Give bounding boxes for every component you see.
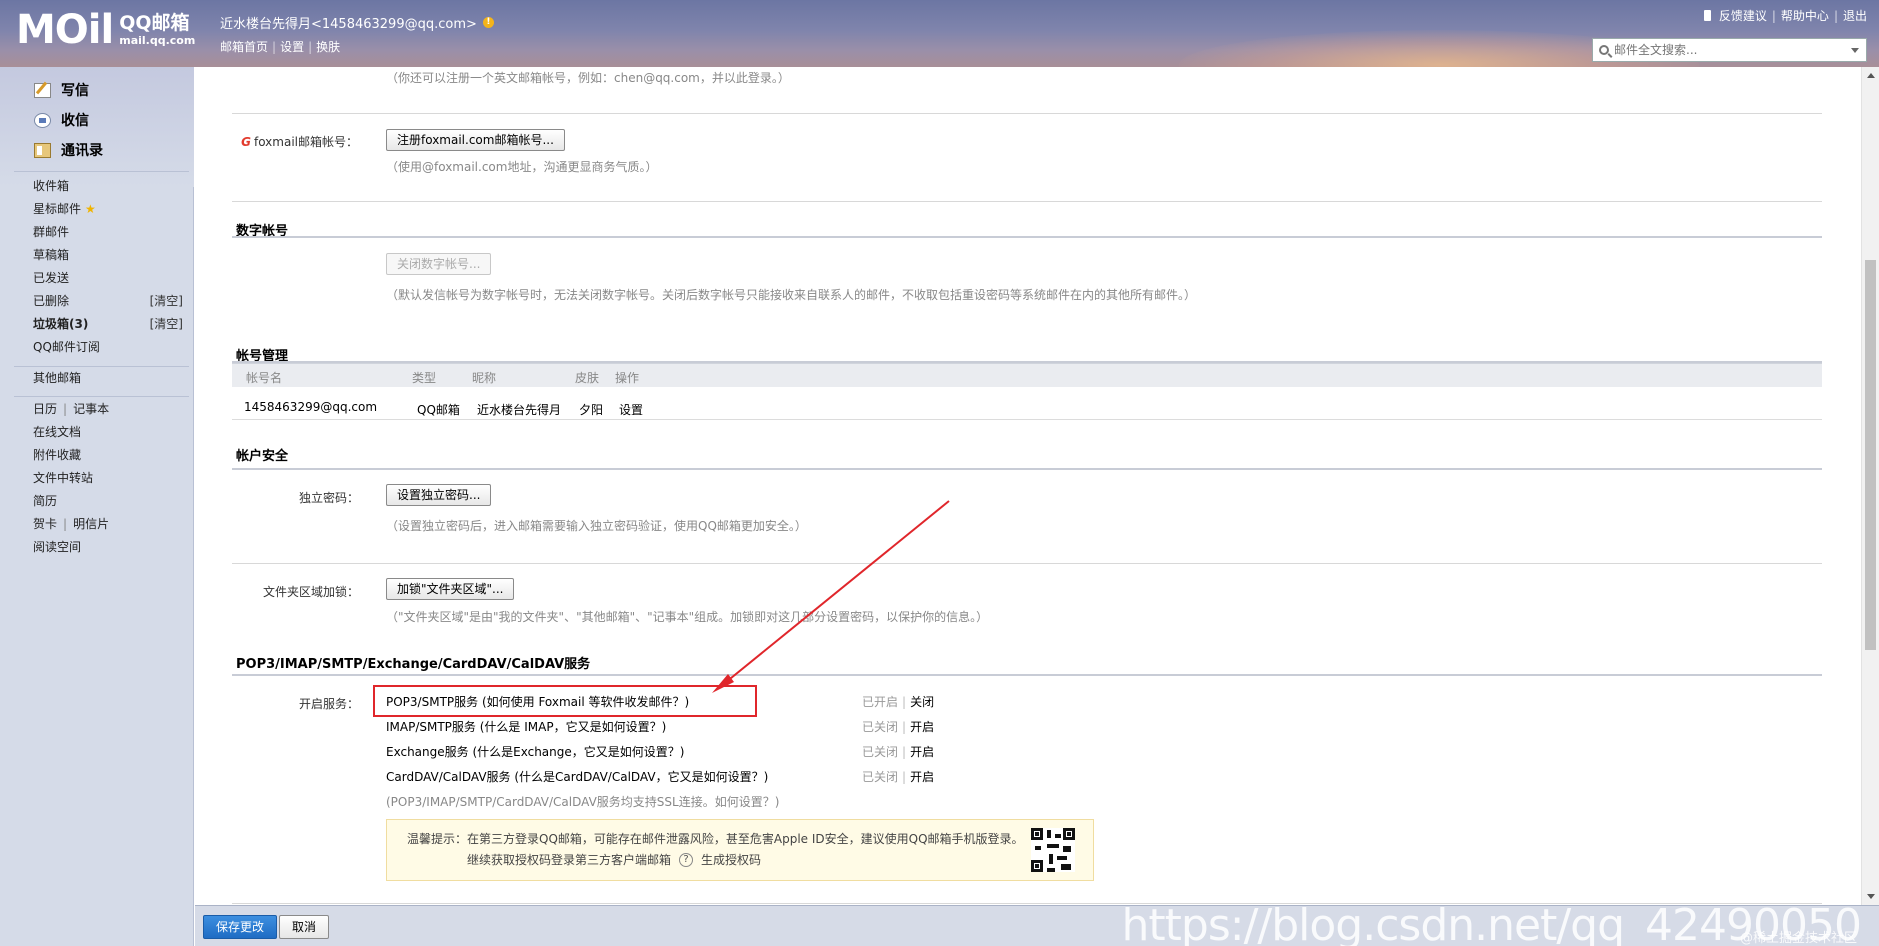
phone-icon[interactable] xyxy=(1703,10,1711,21)
scroll-down-icon[interactable] xyxy=(1867,894,1875,899)
search-icon xyxy=(1599,45,1609,55)
receive-button[interactable]: 收信 xyxy=(34,105,103,135)
help-icon[interactable]: ? xyxy=(679,852,694,867)
nav-settings-link[interactable]: 设置 xyxy=(280,40,304,54)
warning-icon[interactable]: ! xyxy=(482,17,494,28)
star-icon: ★ xyxy=(85,202,96,216)
username: 近水楼台先得月<1458463299@qq.com> xyxy=(220,17,477,32)
file-transfer-link[interactable]: 文件中转站 xyxy=(33,467,183,490)
warning-tip-box: 温馨提示：在第三方登录QQ邮箱，可能存在邮件泄露风险，甚至危害Apple ID安… xyxy=(386,819,1094,881)
notepad-link[interactable]: 记事本 xyxy=(73,402,109,416)
service-exchange-toggle[interactable]: 开启 xyxy=(910,745,934,759)
folder-lock-label: 文件夹区域加锁： xyxy=(262,585,359,599)
logo-brand-cn: QQ邮箱 xyxy=(119,12,190,34)
top-header: MOil QQ邮箱 mail.qq.com 近水楼台先得月<1458463299… xyxy=(0,0,1879,67)
account-table-header: 帐号名 类型 昵称 皮肤 操作 xyxy=(232,363,1822,387)
highlight-box xyxy=(373,685,757,717)
logout-link[interactable]: 退出 xyxy=(1843,7,1867,24)
english-account-hint: （你还可以注册一个英文邮箱帐号，例如：chen@qq.com，并以此登录。） xyxy=(386,71,790,85)
tip-line-1: 温馨提示：在第三方登录QQ邮箱，可能存在邮件泄露风险，甚至危害Apple ID安… xyxy=(407,832,1024,846)
service-imap-smtp[interactable]: IMAP/SMTP服务 (什么是 IMAP，它又是如何设置？) xyxy=(386,718,666,735)
qq-mail-logo[interactable]: MOil QQ邮箱 mail.qq.com xyxy=(16,10,195,50)
services-title: POP3/IMAP/SMTP/Exchange/CardDAV/CalDAV服务 xyxy=(236,657,591,672)
foxmail-label: foxmail邮箱帐号： xyxy=(253,135,358,149)
enable-services-label: 开启服务： xyxy=(298,697,359,711)
account-security-title: 帐户安全 xyxy=(236,449,289,464)
reading-space-link[interactable]: 阅读空间 xyxy=(33,536,183,559)
folder-lock-hint: （"文件夹区域"是由"我的文件夹"、"其他邮箱"、"记事本"组成。加锁即对这几部… xyxy=(386,610,989,624)
attachments-link[interactable]: 附件收藏 xyxy=(33,444,183,467)
account-settings-link[interactable]: 设置 xyxy=(619,401,643,418)
vertical-scrollbar[interactable] xyxy=(1861,67,1879,905)
account-nickname: 近水楼台先得月 xyxy=(477,403,562,417)
online-docs-link[interactable]: 在线文档 xyxy=(33,421,183,444)
calendar-link[interactable]: 日历 xyxy=(33,402,57,416)
service-pop3-toggle[interactable]: 关闭 xyxy=(910,695,934,709)
logo-domain: mail.qq.com xyxy=(119,34,196,47)
user-info: 近水楼台先得月<1458463299@qq.com> ! 邮箱首页 | 设置 | 换肤 xyxy=(220,13,494,55)
nav-skin-link[interactable]: 换肤 xyxy=(316,40,340,54)
tip-line-2: 继续获取授权码登录第三方客户端邮箱 xyxy=(467,853,672,867)
save-button[interactable]: 保存更改 xyxy=(203,915,278,939)
independent-password-hint: （设置独立密码后，进入邮箱需要输入独立密码验证，使用QQ邮箱更加安全。） xyxy=(386,519,807,533)
search-input[interactable] xyxy=(1614,43,1834,57)
settings-content: （你还可以注册一个英文邮箱帐号，例如：chen@qq.com，并以此登录。） G… xyxy=(195,67,1861,905)
qr-code-icon xyxy=(1031,828,1075,872)
folder-sent[interactable]: 已发送 xyxy=(33,267,183,290)
service-carddav-caldav[interactable]: CardDAV/CalDAV服务 (什么是CardDAV/CalDAV，它又是如… xyxy=(386,768,768,785)
service-exchange[interactable]: Exchange服务 (什么是Exchange，它又是如何设置？) xyxy=(386,743,684,760)
ssl-hint[interactable]: (POP3/IMAP/SMTP/CardDAV/CalDAV服务均支持SSL连接… xyxy=(386,793,779,810)
folder-group[interactable]: 群邮件 xyxy=(33,221,183,244)
pencil-icon xyxy=(34,82,51,98)
cancel-button[interactable]: 取消 xyxy=(279,915,330,939)
contacts-icon xyxy=(34,142,51,158)
card-link[interactable]: 贺卡 xyxy=(33,517,57,531)
folder-inbox[interactable]: 收件箱 xyxy=(33,175,183,198)
resume-link[interactable]: 简历 xyxy=(33,490,183,513)
close-digital-account-button[interactable]: 关闭数字帐号... xyxy=(386,253,492,275)
register-foxmail-button[interactable]: 注册foxmail.com邮箱帐号... xyxy=(386,129,565,151)
lock-folder-area-button[interactable]: 加锁"文件夹区域"... xyxy=(386,578,515,600)
chevron-down-icon[interactable] xyxy=(1851,48,1859,53)
compose-button[interactable]: 写信 xyxy=(34,75,103,105)
watermark-small: @稀土掘金技术社区 xyxy=(1739,931,1857,946)
sidebar: 写信 收信 通讯录 收件箱 星标邮件 ★ 群邮件 草稿箱 已发送 已删除 [清空] … xyxy=(0,67,194,946)
other-mailbox[interactable]: 其他邮箱 xyxy=(33,367,183,390)
service-pop3-state: 已开启 | 关闭 xyxy=(862,695,935,709)
contacts-button[interactable]: 通讯录 xyxy=(34,135,103,165)
set-independent-password-button[interactable]: 设置独立密码... xyxy=(386,484,492,506)
bottom-action-bar: 保存更改 取消 https://blog.csdn.net/qq_4249005… xyxy=(195,904,1879,946)
service-imap-state: 已关闭 | 开启 xyxy=(862,720,935,734)
search-box[interactable] xyxy=(1592,38,1867,62)
service-exchange-state: 已关闭 | 开启 xyxy=(862,745,935,759)
logo-mail-word: MOil xyxy=(16,7,114,53)
service-carddav-state: 已关闭 | 开启 xyxy=(862,770,935,784)
folder-spam[interactable]: 垃圾箱(3) [清空] xyxy=(33,313,183,336)
folder-drafts[interactable]: 草稿箱 xyxy=(33,244,183,267)
nav-home-link[interactable]: 邮箱首页 xyxy=(220,40,268,54)
account-name: 1458463299@qq.com xyxy=(244,400,378,414)
postcard-link[interactable]: 明信片 xyxy=(73,517,109,531)
service-carddav-toggle[interactable]: 开启 xyxy=(910,770,934,784)
folder-starred[interactable]: 星标邮件 ★ xyxy=(33,198,183,221)
foxmail-hint: （使用@foxmail.com地址，沟通更显商务气质。） xyxy=(386,160,658,174)
service-imap-toggle[interactable]: 开启 xyxy=(910,720,934,734)
scrollbar-thumb[interactable] xyxy=(1865,260,1876,650)
folder-subscription[interactable]: QQ邮件订阅 xyxy=(33,336,183,359)
account-skin: 夕阳 xyxy=(579,403,604,417)
top-links: 反馈建议 | 帮助中心 | 退出 xyxy=(1703,7,1867,24)
feedback-link[interactable]: 反馈建议 xyxy=(1719,7,1767,24)
account-type: QQ邮箱 xyxy=(417,403,460,417)
independent-password-label: 独立密码： xyxy=(298,491,359,505)
scroll-up-icon[interactable] xyxy=(1867,73,1875,78)
foxmail-icon: G xyxy=(241,134,251,149)
empty-spam-link[interactable]: [清空] xyxy=(150,313,183,336)
digital-account-hint: （默认发信帐号为数字帐号时，无法关闭数字帐号。关闭后数字帐号只能接收来自联系人的… xyxy=(386,288,1197,302)
empty-deleted-link[interactable]: [清空] xyxy=(150,290,183,313)
folder-deleted[interactable]: 已删除 [清空] xyxy=(33,290,183,313)
generate-auth-code-link[interactable]: 生成授权码 xyxy=(701,851,761,868)
inbox-icon xyxy=(34,112,51,128)
help-link[interactable]: 帮助中心 xyxy=(1781,7,1829,24)
